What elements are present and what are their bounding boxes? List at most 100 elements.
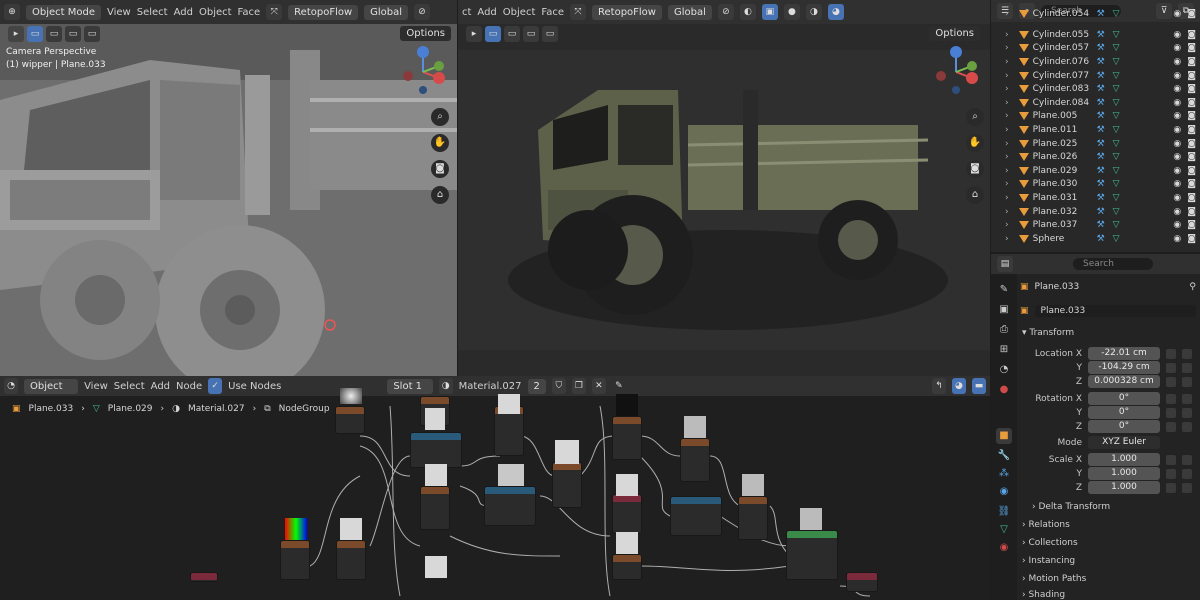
visibility-eye-icon[interactable]: ◉ (1173, 9, 1181, 19)
rotation-x-field[interactable]: 0° (1088, 392, 1160, 405)
render-camera-icon[interactable]: ◙ (1187, 193, 1196, 203)
shader-node[interactable] (410, 432, 462, 468)
addon-retopoflow[interactable]: RetopoFlow (592, 4, 662, 20)
render-camera-icon[interactable]: ◙ (1187, 207, 1196, 217)
lock-icon[interactable] (1166, 376, 1176, 387)
outliner-item-name[interactable]: Plane.029 (1033, 166, 1093, 176)
shading-solid-icon[interactable]: ● (783, 4, 800, 20)
outliner-item[interactable]: › Cylinder.076 ⚒ ▽ ◉ ◙ (991, 55, 1200, 69)
modifier-wrench-icon[interactable]: ⚒ (1097, 111, 1109, 121)
menu-select[interactable]: Select (114, 381, 145, 392)
principled-bsdf-node[interactable] (786, 530, 838, 580)
location-x-field[interactable]: -22.01 cm (1088, 347, 1160, 360)
visibility-eye-icon[interactable]: ◉ (1173, 193, 1181, 203)
expand-arrow-icon[interactable]: › (1005, 220, 1009, 230)
outliner-item[interactable]: › Plane.032 ⚒ ▽ ◉ ◙ (991, 205, 1200, 219)
tool-tab-icon[interactable]: ✎ (996, 282, 1012, 298)
transform-orientation-icon[interactable]: ⤧ (266, 4, 283, 20)
outliner-item[interactable]: › Cylinder.077 ⚒ ▽ ◉ ◙ (991, 69, 1200, 83)
expand-arrow-icon[interactable]: › (1005, 71, 1009, 81)
outliner-item[interactable]: › Plane.011 ⚒ ▽ ◉ ◙ (991, 123, 1200, 137)
navigation-gizmo-right[interactable] (928, 44, 984, 94)
overlay-nodes-icon[interactable]: ◕ (951, 378, 966, 394)
outliner-item-name[interactable]: Plane.032 (1033, 207, 1093, 217)
material-tab-icon[interactable]: ◉ (996, 540, 1012, 556)
outliner-item[interactable]: › Plane.026 ⚒ ▽ ◉ ◙ (991, 150, 1200, 164)
visibility-eye-icon[interactable]: ◉ (1173, 207, 1181, 217)
outliner-item-name[interactable]: Cylinder.055 (1033, 30, 1093, 40)
outliner-item-name[interactable]: Plane.026 (1033, 152, 1093, 162)
output-tab-icon[interactable]: ⎙ (996, 322, 1012, 338)
mesh-data-icon[interactable]: ▽ (1113, 139, 1123, 149)
pan-hand-icon[interactable]: ✋ (966, 134, 984, 152)
shader-node[interactable] (612, 554, 642, 580)
select-intersect-icon[interactable]: ▭ (542, 26, 558, 42)
modifier-wrench-icon[interactable]: ⚒ (1097, 234, 1109, 244)
mesh-data-icon[interactable]: ▽ (1113, 125, 1123, 135)
lock-icon[interactable] (1166, 482, 1176, 493)
outliner-item-name[interactable]: Cylinder.083 (1033, 84, 1093, 94)
parent-node-tree-icon[interactable]: ↰ (931, 378, 946, 394)
material-name[interactable]: Material.027 (459, 381, 522, 392)
shader-node[interactable] (280, 540, 310, 580)
modifier-wrench-icon[interactable]: ⚒ (1097, 179, 1109, 189)
lock-icon[interactable] (1166, 348, 1176, 359)
menu-face[interactable]: Face (238, 7, 261, 18)
modifier-wrench-icon[interactable]: ⚒ (1097, 166, 1109, 176)
visibility-eye-icon[interactable]: ◉ (1173, 234, 1181, 244)
outliner-item[interactable]: › Plane.005 ⚒ ▽ ◉ ◙ (991, 110, 1200, 124)
outliner-item[interactable]: › Cylinder.057 ⚒ ▽ ◉ ◙ (991, 42, 1200, 56)
editor-type-icon[interactable]: ▤ (997, 256, 1013, 272)
particles-tab-icon[interactable]: ⁂ (996, 466, 1012, 482)
lock-icon[interactable] (1166, 454, 1176, 465)
instancing-panel[interactable]: › Instancing (1022, 556, 1075, 566)
physics-tab-icon[interactable]: ◉ (996, 484, 1012, 500)
render-camera-icon[interactable]: ◙ (1187, 179, 1196, 189)
keyframe-icon[interactable] (1182, 393, 1192, 404)
data-name-field[interactable]: Plane.033 (1034, 305, 1196, 317)
modifier-wrench-icon[interactable]: ⚒ (1097, 9, 1109, 19)
addon-retopoflow[interactable]: RetopoFlow (288, 4, 359, 20)
transform-orientation-icon[interactable]: ⤧ (570, 4, 586, 20)
outliner-item[interactable]: › Plane.029 ⚒ ▽ ◉ ◙ (991, 164, 1200, 178)
mesh-data-icon[interactable]: ▽ (1113, 220, 1123, 230)
modifier-wrench-icon[interactable]: ⚒ (1097, 30, 1109, 40)
visibility-eye-icon[interactable]: ◉ (1173, 30, 1181, 40)
viewport-right[interactable]: ct Add Object Face ⤧ RetopoFlow Global ⊘… (458, 0, 990, 376)
lock-icon[interactable] (1166, 468, 1176, 479)
shader-node[interactable] (484, 486, 536, 526)
outliner-item[interactable]: › Cylinder.083 ⚒ ▽ ◉ ◙ (991, 82, 1200, 96)
outliner-item[interactable]: › Cylinder.055 ⚒ ▽ ◉ ◙ (991, 28, 1200, 42)
outliner-item[interactable]: › Plane.030 ⚒ ▽ ◉ ◙ (991, 178, 1200, 192)
outliner-item[interactable]: › Plane.031 ⚒ ▽ ◉ ◙ (991, 191, 1200, 205)
material-users[interactable]: 2 (527, 378, 546, 394)
camera-icon[interactable]: ◙ (431, 160, 449, 178)
keyframe-icon[interactable] (1182, 482, 1192, 493)
expand-arrow-icon[interactable]: › (1005, 139, 1009, 149)
render-camera-icon[interactable]: ◙ (1187, 98, 1196, 108)
outliner-item[interactable]: › Cylinder.084 ⚒ ▽ ◉ ◙ (991, 96, 1200, 110)
zoom-icon[interactable]: ⌕ (966, 108, 984, 126)
menu-object[interactable]: Object (503, 7, 536, 18)
zoom-icon[interactable]: ⌕ (431, 108, 449, 126)
modifier-wrench-icon[interactable]: ⚒ (1097, 220, 1109, 230)
modifier-wrench-icon[interactable]: ⚒ (1097, 139, 1109, 149)
shader-node[interactable] (420, 486, 450, 530)
transform-global-dropdown[interactable]: Global (364, 4, 409, 20)
scale-x-field[interactable]: 1.000 (1088, 453, 1160, 466)
expand-arrow-icon[interactable]: › (1005, 98, 1009, 108)
render-camera-icon[interactable]: ◙ (1187, 139, 1196, 149)
menu-add[interactable]: Add (174, 7, 193, 18)
overlay-icon[interactable]: ◐ (739, 4, 756, 20)
output-node[interactable] (846, 572, 878, 592)
modifier-tab-icon[interactable]: 🔧 (996, 448, 1012, 464)
modifier-wrench-icon[interactable]: ⚒ (1097, 43, 1109, 53)
expand-arrow-icon[interactable]: › (1005, 193, 1009, 203)
outliner-item-name[interactable]: Cylinder.057 (1033, 43, 1093, 53)
visibility-eye-icon[interactable]: ◉ (1173, 179, 1181, 189)
pan-hand-icon[interactable]: ✋ (431, 134, 449, 152)
menu-view[interactable]: View (107, 7, 131, 18)
keyframe-icon[interactable] (1182, 468, 1192, 479)
camera-icon[interactable]: ◙ (966, 160, 984, 178)
rotation-y-field[interactable]: 0° (1088, 406, 1160, 419)
